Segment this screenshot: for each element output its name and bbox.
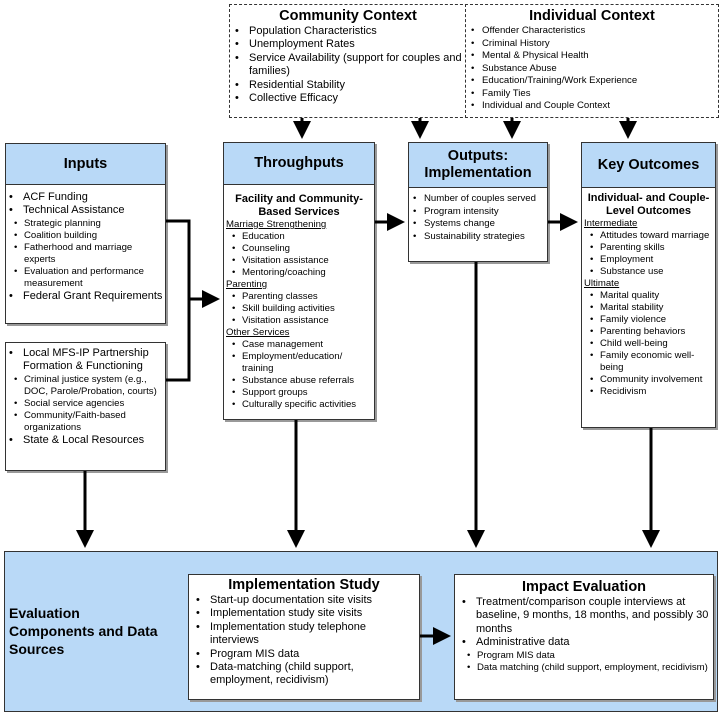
arrows bbox=[76, 118, 660, 645]
inputs-connector bbox=[166, 219, 191, 382]
